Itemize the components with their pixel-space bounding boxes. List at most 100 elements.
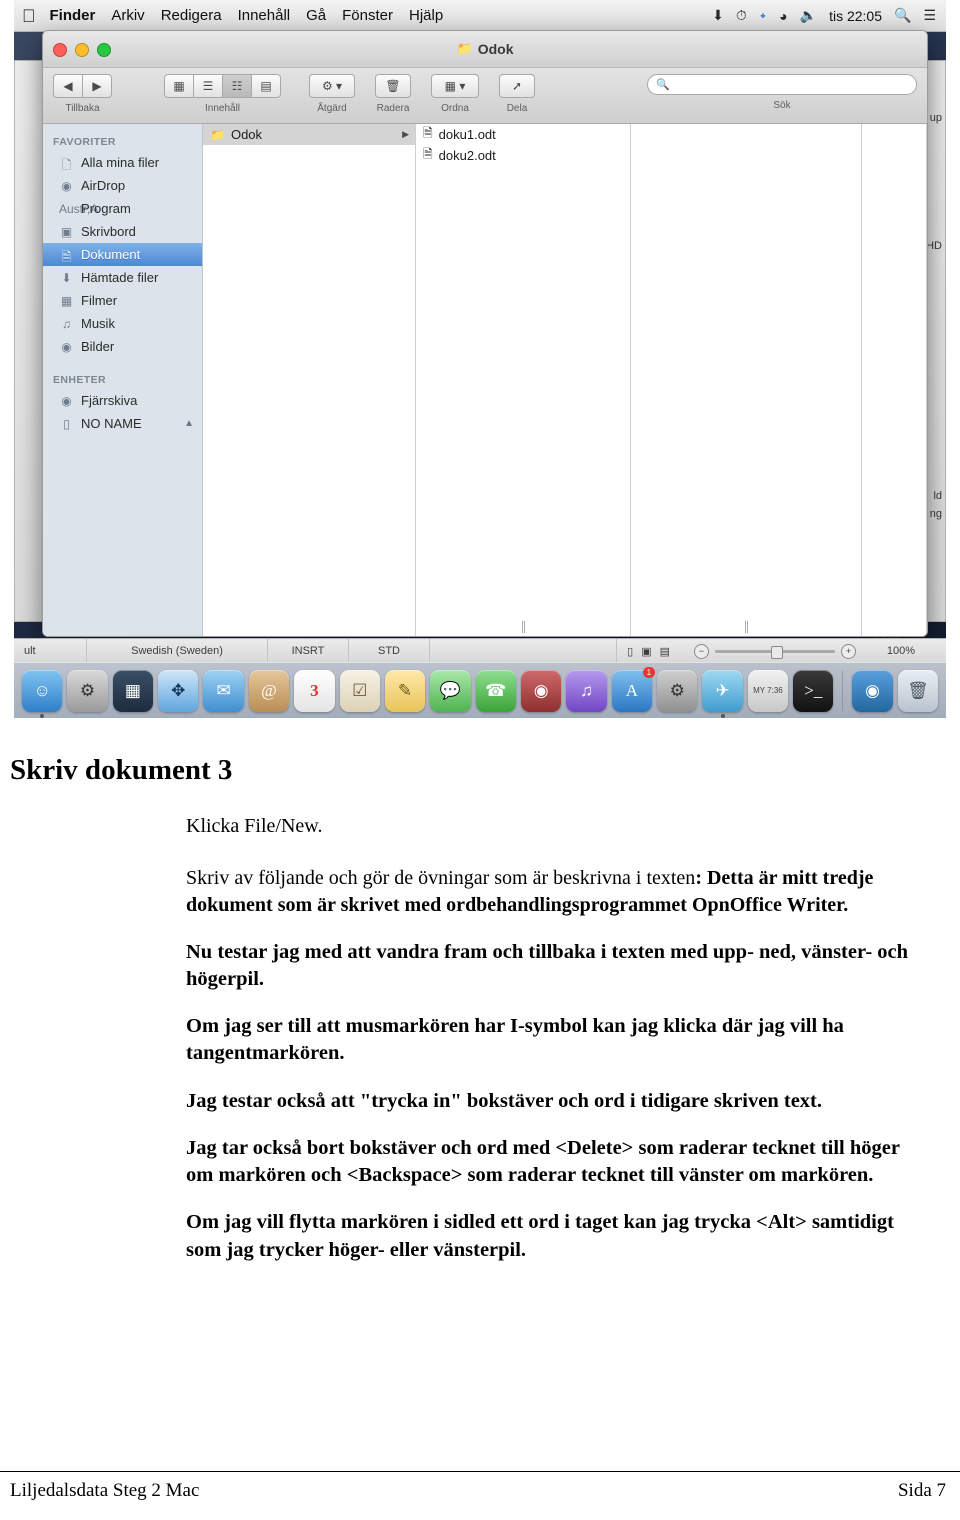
launchpad-icon[interactable]: ⚙ [67,669,108,712]
trash-icon[interactable]: 🗑 [375,74,411,98]
menu-item-ga[interactable]: Gå [306,7,326,24]
sidebar-item-airdrop[interactable]: ◉ AirDrop [43,174,202,197]
column-2[interactable]: 🗎 doku1.odt 🗎 doku2.odt ║ [416,124,631,636]
documents-icon: 🗎 [61,249,72,264]
spotlight-search-icon[interactable]: 🔍 [894,7,911,24]
column-resize-handle[interactable]: ║ [743,622,750,633]
notes-icon[interactable]: ✎ [384,669,426,712]
minimize-button[interactable] [75,43,89,57]
downloads-stack-icon[interactable]: ◉ [852,669,893,712]
sidebar-item-hamtade-filer[interactable]: ⬇ Hämtade filer [43,266,202,289]
time-machine-icon[interactable]: ⏱ [736,7,747,24]
trash-icon[interactable]: 🗑 [897,669,939,712]
system-preferences-icon[interactable]: ⚙ [657,669,698,712]
menu-item-arkiv[interactable]: Arkiv [111,7,144,24]
menu-item-fonster[interactable]: Fönster [342,7,393,24]
search-group[interactable]: 🔍 Sök [647,74,917,111]
appstore-icon[interactable]: A1 [611,666,656,712]
finder-titlebar[interactable]: 📁 Odok [43,31,927,68]
column-resize-handle[interactable]: ║ [520,622,527,633]
column-view-icon[interactable]: ☷ [223,74,252,98]
single-page-layout-icon[interactable]: ▯ [627,645,633,658]
zoom-knob[interactable] [771,645,783,659]
contacts-icon[interactable]: @ [248,669,290,712]
photobooth-icon[interactable]: ◉ [520,669,562,712]
book-layout-icon[interactable]: ▤ [660,645,670,658]
menu-item-finder[interactable]: Finder [50,7,96,24]
macos-dock[interactable]: ☺ ⚙ ▦ ✥ ✉ @ 3 ☑ ✎ 💬 ☎ ◉ ♫ A1 ⚙ ✈ MY 7:36… [14,662,946,718]
terminal-icon[interactable]: >_ [793,669,834,712]
nav-buttons-group[interactable]: ◀ ▶ Tillbaka [53,74,112,114]
sidebar-item-bilder[interactable]: ◉ Bilder [43,335,202,358]
icon-view-icon[interactable]: ▦ [164,74,194,98]
sidebar-item-label: Filmer [81,293,118,308]
zoom-out-icon[interactable]: − [694,643,709,659]
menu-item-hjalp[interactable]: Hjälp [409,7,443,24]
zoom-button[interactable] [97,43,111,57]
download-icon[interactable]: ⬇ [712,7,724,24]
share-label: Dela [506,103,528,114]
openoffice-icon[interactable]: ✈ [702,669,743,718]
multi-page-layout-icon[interactable]: ▣ [641,645,651,658]
sidebar-item-filmer[interactable]: ▦ Filmer [43,289,202,312]
search-input[interactable]: 🔍 [647,74,917,95]
view-buttons-group[interactable]: ▦ ☰ ☷ ▤ Innehåll [164,74,281,114]
action-button-group[interactable]: ⚙ ▾ Åtgärd [309,74,355,114]
list-item[interactable]: 🗎 doku2.odt [416,145,630,166]
column-3[interactable]: ║ [631,124,862,636]
chevron-right-icon[interactable]: ▶ [83,74,112,98]
volume-icon[interactable]: 🔈 [800,7,817,24]
menubar-clock[interactable]: tis 22:05 [829,8,882,24]
zoom-slider[interactable]: − + [694,643,856,659]
safari-icon[interactable]: ✥ [158,669,199,712]
gear-icon[interactable]: ⚙ ▾ [309,74,355,98]
finder-sidebar[interactable]: FAVORITER 🗋 Alla mina filer ◉ AirDrop Au… [43,124,203,636]
sidebar-item-program[interactable]: Austr;A Program [43,197,202,220]
wifi-icon[interactable]: ◕ [779,8,787,24]
share-button-group[interactable]: ➚ Dela [499,74,535,114]
finder-icon[interactable]: ☺ [22,669,63,718]
calendar-icon[interactable]: 3 [294,669,335,712]
pictures-icon: ◉ [61,339,72,354]
apple-logo-icon[interactable]:  [22,7,36,25]
notification-center-icon[interactable]: ☰ [923,7,936,24]
menu-item-redigera[interactable]: Redigera [161,7,222,24]
messages-icon[interactable]: 💬 [430,669,471,712]
share-icon[interactable]: ➚ [499,74,535,98]
eject-icon[interactable]: ▲ [184,418,194,429]
status-language[interactable]: Swedish (Sweden) [87,639,268,663]
sidebar-item-musik[interactable]: ♫ Musik [43,312,202,335]
itunes-icon[interactable]: ♫ [566,669,607,712]
sidebar-item-alla-mina-filer[interactable]: 🗋 Alla mina filer [43,151,202,174]
column-4[interactable] [862,124,927,636]
reminders-icon[interactable]: ☑ [339,669,380,712]
calculator-icon[interactable]: MY 7:36 [747,669,789,712]
grid-icon[interactable]: ▦ ▾ [431,74,479,98]
arrange-button-group[interactable]: ▦ ▾ Ordna [431,74,479,114]
zoom-track[interactable] [715,645,835,659]
bluetooth-icon[interactable]: ᛭ [759,8,767,24]
coverflow-view-icon[interactable]: ▤ [252,74,281,98]
column-1[interactable]: 📁 Odok ▶ [203,124,416,636]
close-button[interactable] [53,43,67,57]
status-insert-mode[interactable]: INSRT [268,639,349,663]
sidebar-item-skrivbord[interactable]: ▣ Skrivbord [43,220,202,243]
delete-button-group[interactable]: 🗑 Radera [375,74,411,114]
mission-control-icon[interactable]: ▦ [112,669,154,712]
list-item[interactable]: 🗎 doku1.odt [416,124,630,145]
column-browser[interactable]: 📁 Odok ▶ 🗎 doku1.odt 🗎 doku2.odt ║ ║ [203,124,927,636]
chevron-left-icon[interactable]: ◀ [53,74,83,98]
mail-icon[interactable]: ✉ [203,669,244,712]
sidebar-item-dokument[interactable]: 🗎 Dokument [43,243,202,266]
facetime-icon[interactable]: ☎ [475,669,516,712]
list-view-icon[interactable]: ☰ [194,74,223,98]
status-selection-mode[interactable]: STD [349,639,430,663]
sidebar-item-fjarrskiva[interactable]: ◉ Fjärrskiva [43,389,202,412]
window-controls[interactable] [53,43,111,57]
finder-window[interactable]: 📁 Odok ◀ ▶ Tillbaka ▦ ☰ ☷ ▤ Innehåll ⚙ ▾… [42,30,928,637]
finder-toolbar[interactable]: ◀ ▶ Tillbaka ▦ ☰ ☷ ▤ Innehåll ⚙ ▾ Åtgärd [43,68,927,124]
list-item[interactable]: 📁 Odok ▶ [203,124,415,145]
sidebar-item-no-name[interactable]: ▯ NO NAME ▲ [43,412,202,435]
menu-item-innehall[interactable]: Innehåll [238,7,291,24]
zoom-in-icon[interactable]: + [841,643,856,659]
